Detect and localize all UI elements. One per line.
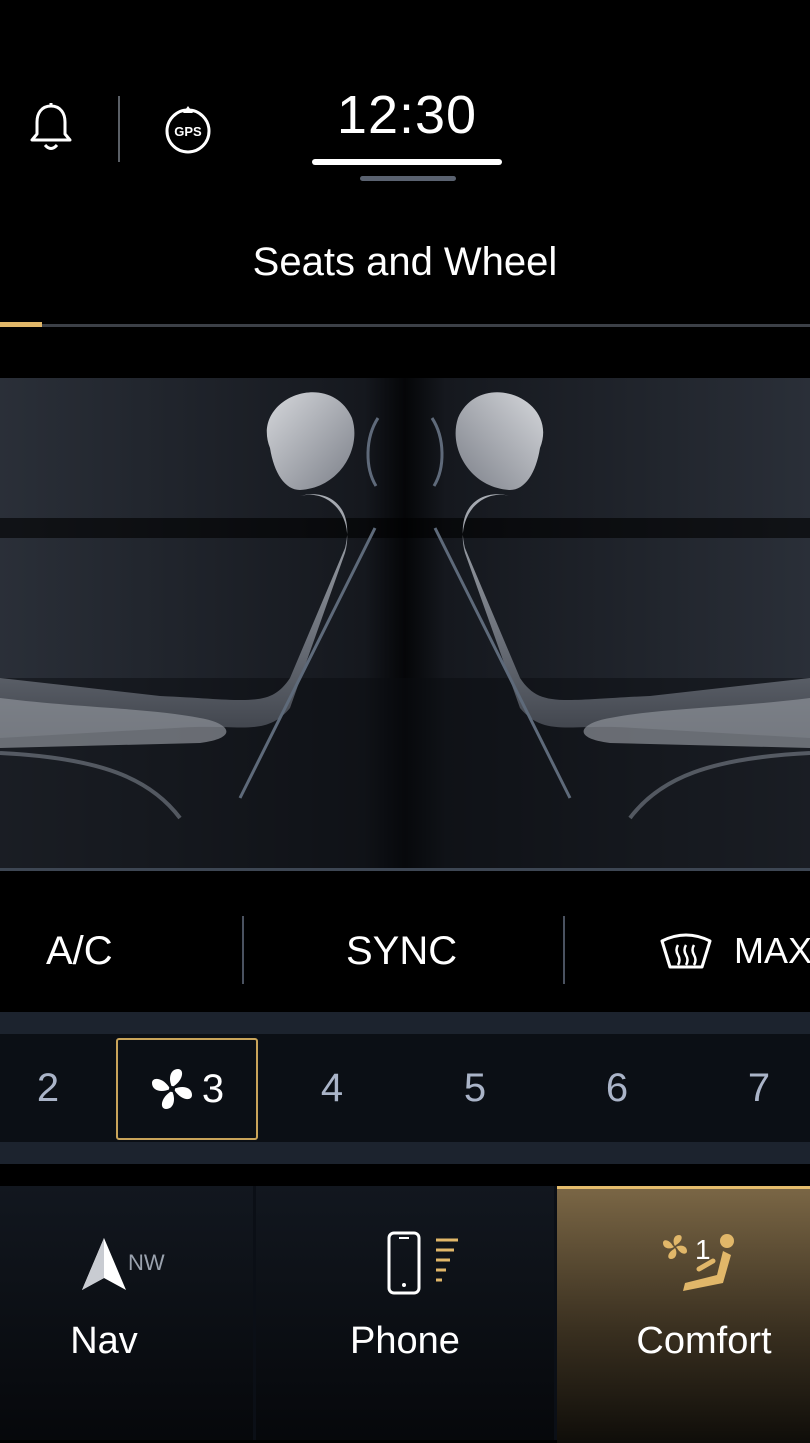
climate-divider — [242, 916, 244, 984]
fan-strip-border — [0, 1142, 810, 1164]
climate-divider — [563, 916, 565, 984]
phone-tab-label: Phone — [350, 1320, 460, 1362]
gps-label: GPS — [174, 124, 202, 139]
fan-level-7[interactable]: 7 — [729, 1066, 789, 1111]
fan-level-2[interactable]: 2 — [18, 1066, 78, 1111]
fan-level-6[interactable]: 6 — [587, 1066, 647, 1111]
fan-icon — [151, 1069, 192, 1109]
nav-tab-nav[interactable]: NW — [0, 1186, 253, 1440]
comfort-fan-level: 1 — [695, 1234, 711, 1265]
seats-illustration[interactable] — [0, 378, 810, 870]
nav-tab-phone[interactable] — [256, 1186, 554, 1440]
fan-strip-border — [0, 1012, 810, 1034]
climate-controls: A/C SYNC MAX — [0, 906, 810, 996]
phone-icon — [387, 1231, 458, 1295]
page-indicator — [360, 176, 456, 181]
fan-level-5[interactable]: 5 — [445, 1066, 505, 1111]
gps-icon[interactable]: GPS — [163, 104, 213, 154]
windshield-defrost-icon — [660, 933, 712, 969]
compass-heading: NW — [128, 1250, 165, 1275]
title-progress-indicator — [0, 322, 42, 327]
fan-selected-value: 3 — [201, 1066, 225, 1111]
comfort-tab-label: Comfort — [636, 1320, 772, 1362]
notification-bell-icon[interactable] — [28, 102, 74, 154]
comfort-seat-fan-icon: 1 — [663, 1234, 734, 1291]
max-defrost-button[interactable]: MAX — [658, 906, 810, 996]
section-divider — [0, 868, 810, 871]
ac-button[interactable]: A/C — [46, 906, 113, 996]
page-title: Seats and Wheel — [252, 240, 558, 284]
nav-tab-comfort[interactable]: 1 — [557, 1186, 810, 1443]
navigation-arrow-icon — [82, 1238, 126, 1290]
clock-underline — [312, 159, 502, 165]
nav-tab-label: Nav — [70, 1320, 138, 1362]
max-label: MAX — [734, 930, 810, 971]
status-divider — [118, 96, 120, 162]
clock[interactable]: 12:30 — [312, 84, 502, 146]
fan-level-selected[interactable]: 3 — [116, 1038, 258, 1140]
sync-button[interactable]: SYNC — [346, 906, 457, 996]
title-track — [0, 324, 810, 327]
fan-level-4[interactable]: 4 — [302, 1066, 362, 1111]
